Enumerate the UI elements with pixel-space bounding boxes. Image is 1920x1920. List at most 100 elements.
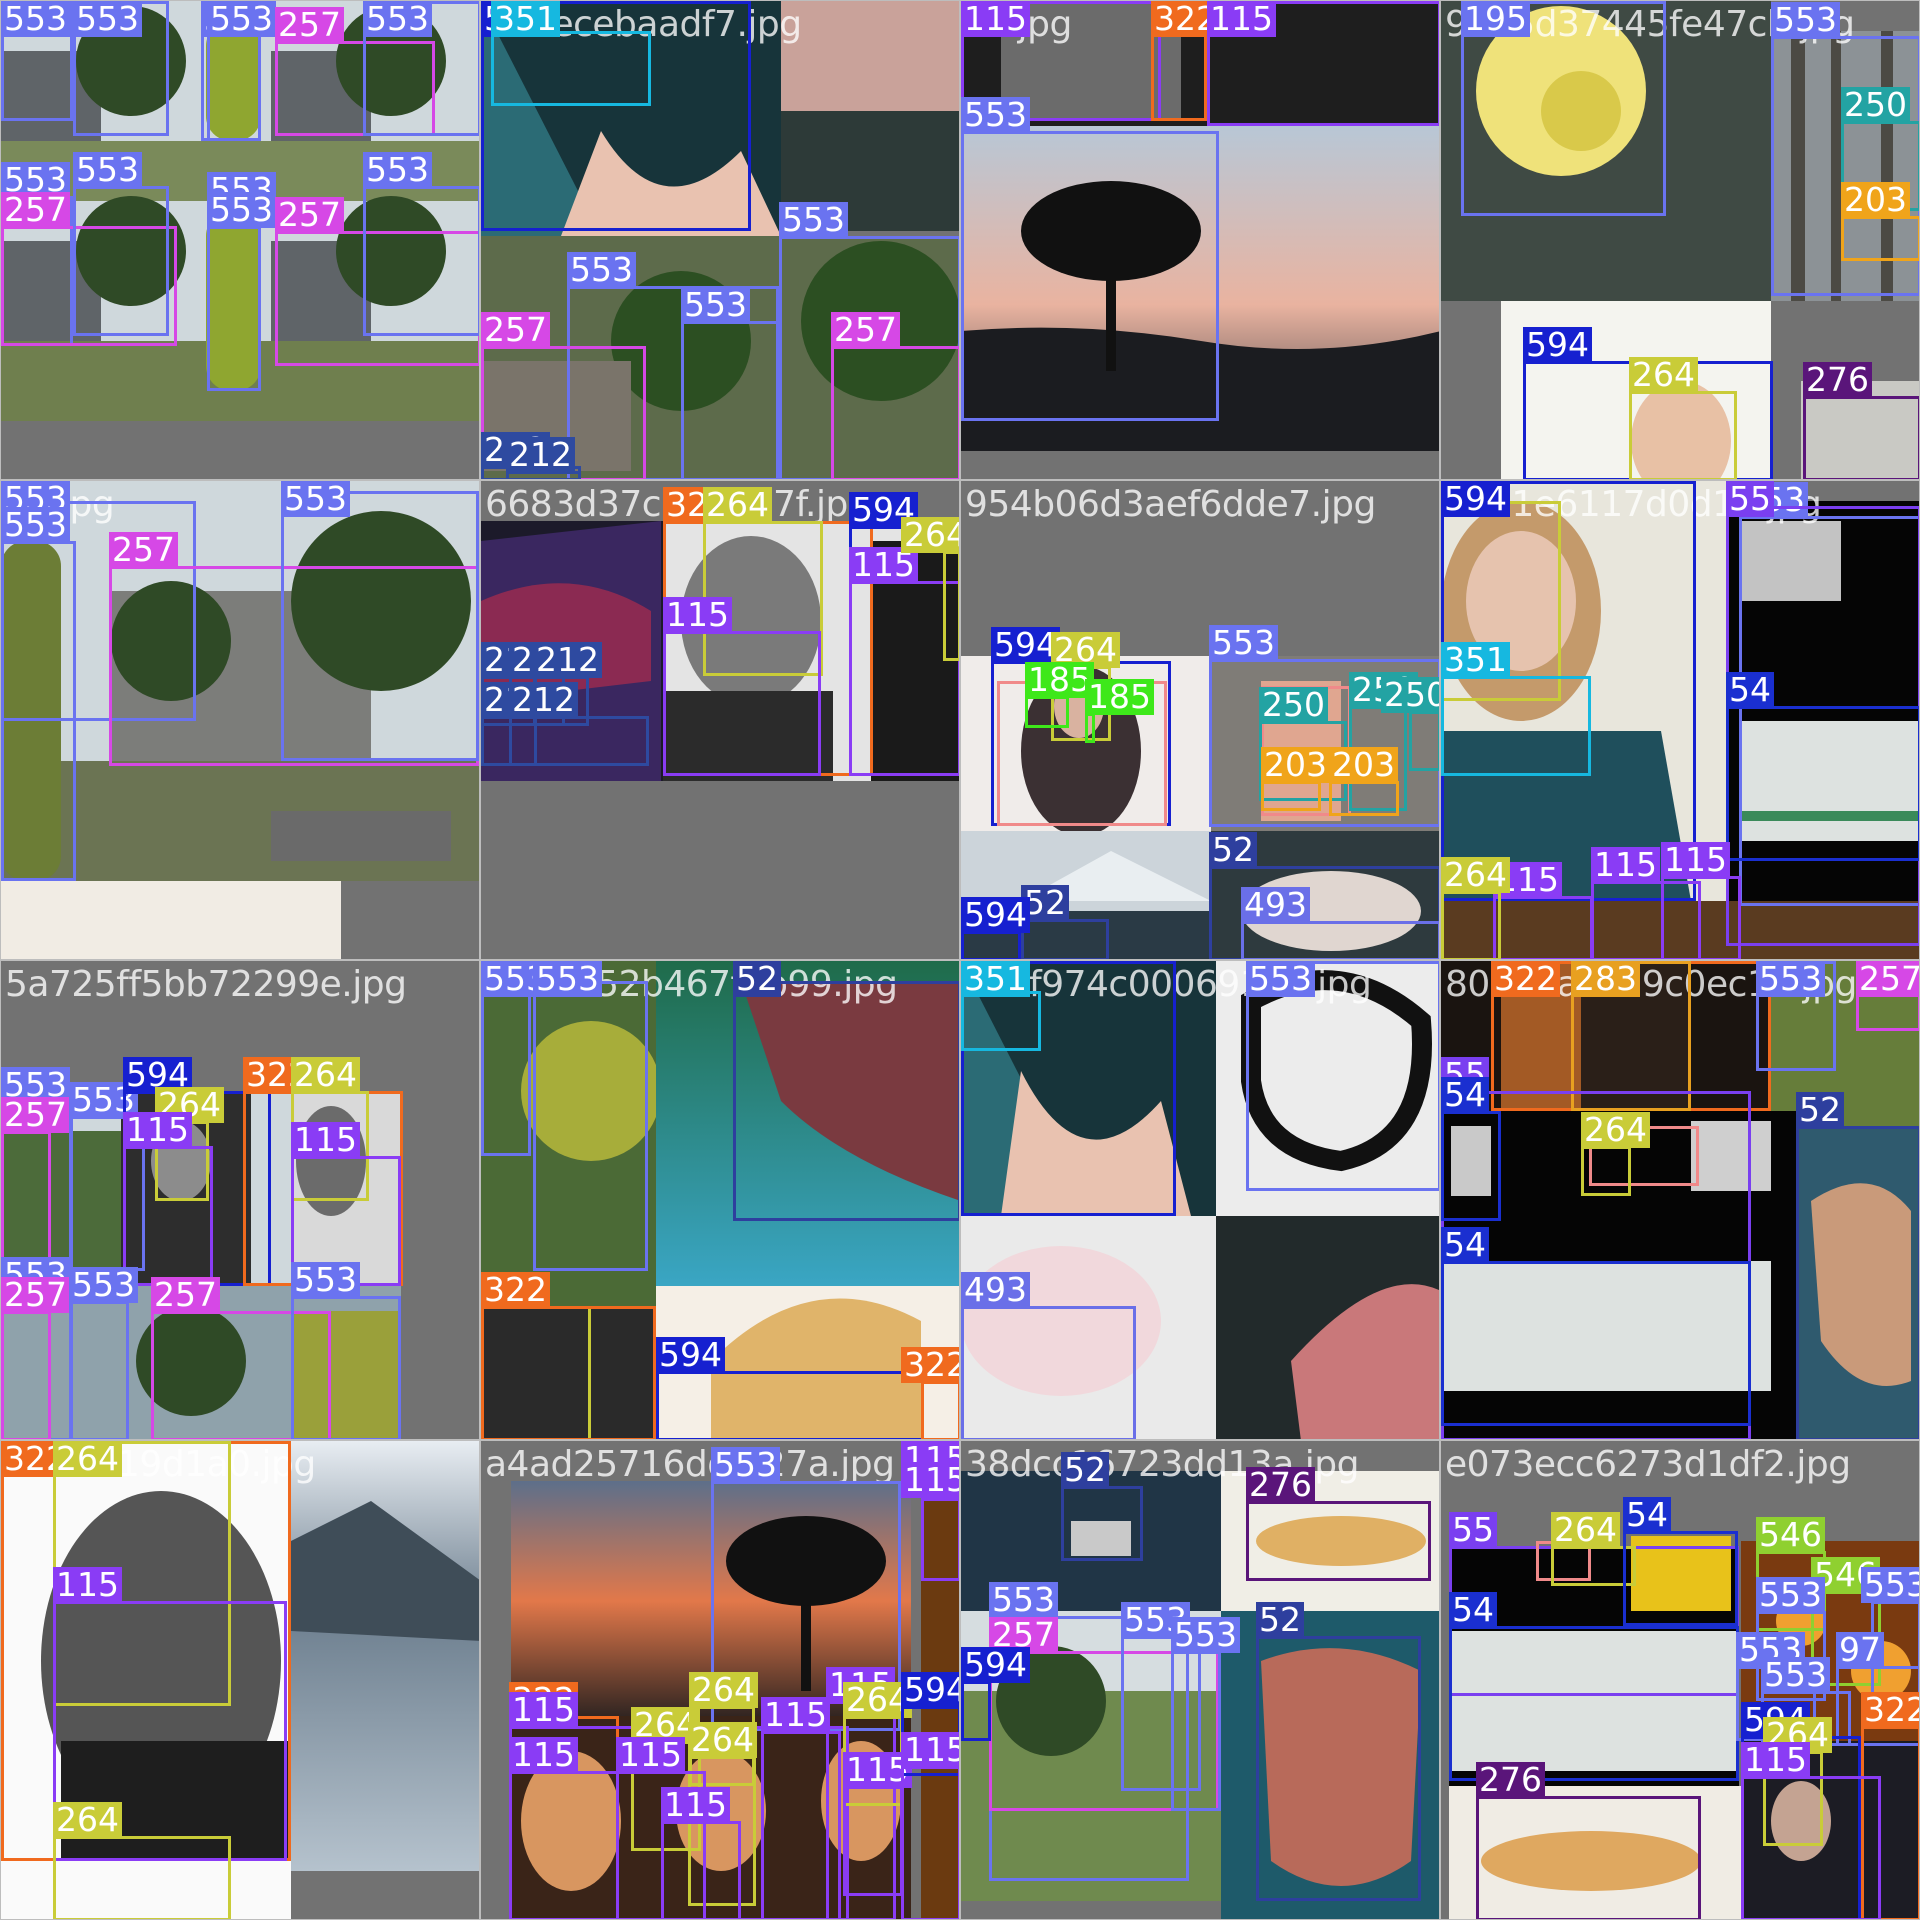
detection-class-label: 553 — [1, 1, 70, 37]
detection-class-label: 115 — [663, 597, 732, 633]
detection-class-label: 115 — [1591, 847, 1660, 883]
detection-class-label: 212 — [533, 642, 602, 678]
detection-class-label: 115 — [616, 1737, 685, 1773]
detection-class-label: 553 — [207, 192, 276, 228]
detection-box — [1796, 1126, 1919, 1439]
detection-box — [1256, 1636, 1421, 1901]
detection-class-label: 594 — [961, 1647, 1030, 1683]
detection-box — [281, 491, 479, 761]
detection-box — [681, 321, 779, 479]
detection-class-label: 52 — [1209, 832, 1257, 868]
detection-class-label: 54 — [1441, 1077, 1489, 1113]
detection-box — [961, 991, 1041, 1051]
detection-class-label: 546 — [1756, 1517, 1825, 1553]
detection-class-label: 322 — [901, 1347, 959, 1383]
detection-class-label: 351 — [961, 961, 1030, 997]
detection-class-label: 322 — [481, 1272, 550, 1308]
mosaic-tile: 5b25535535535532575535532575535535532575… — [0, 0, 480, 480]
detection-box — [481, 1306, 656, 1439]
detection-class-label: 553 — [1861, 1567, 1919, 1603]
detection-class-label: 257 — [831, 312, 900, 348]
detection-class-label: 276 — [1476, 1762, 1545, 1798]
detection-class-label: 553 — [1209, 625, 1278, 661]
mosaic-tile: a4ad25716dd.b27a.jpg55311511532211511526… — [480, 1440, 960, 1920]
detection-box — [1476, 1796, 1701, 1919]
detection-box — [1441, 676, 1591, 776]
detection-class-label: 257 — [481, 312, 550, 348]
detection-class-label: 55 — [1449, 1512, 1497, 1548]
detection-box — [831, 346, 959, 479]
detection-box — [1441, 1261, 1751, 1426]
detection-box — [509, 716, 649, 766]
detection-box — [961, 131, 1219, 421]
detection-box — [1241, 921, 1439, 959]
detection-box — [921, 1381, 959, 1439]
detection-box — [53, 1836, 231, 1919]
detection-class-label: 264 — [1629, 357, 1698, 393]
detection-class-label: 54 — [1726, 672, 1774, 708]
mosaic-tile: e5.jpg553553257553 — [0, 480, 480, 960]
detection-class-label: 257 — [151, 1277, 220, 1313]
detection-class-label: 594 — [1441, 481, 1510, 517]
detection-class-label: 322 — [1861, 1692, 1919, 1728]
detection-class-label: 52 — [733, 961, 781, 997]
mosaic-tile: 88a1e6117d0d1e.jpg2645943515535554115115… — [1440, 480, 1920, 960]
detection-class-label: 115 — [901, 1462, 959, 1498]
detection-box — [491, 31, 651, 106]
detection-box — [921, 1496, 959, 1581]
detection-box — [291, 1296, 401, 1439]
mosaic-tile: 5a725ff5bb72299e.jpg 553 257 553 594 264 115 32… — [0, 960, 480, 1440]
mosaic-tile: 6683d37cb32647f.jpg212212212212212322264… — [480, 480, 960, 960]
detection-box — [961, 1306, 1136, 1439]
detection-class-label: 257 — [275, 197, 344, 233]
detection-class-label: 553 — [69, 1267, 138, 1303]
detection-class-label: 264 — [689, 1672, 758, 1708]
detection-class-label: 54 — [1441, 1227, 1489, 1263]
detection-box — [533, 981, 648, 1271]
detection-class-label: 257 — [275, 7, 344, 43]
detection-class-label: 351 — [1441, 642, 1510, 678]
detection-class-label: 257 — [109, 532, 178, 568]
detection-class-label: 553 — [1171, 1617, 1240, 1653]
detection-box — [1449, 1626, 1739, 1781]
mosaic-tile: 0c.jpg115322115553 — [960, 0, 1440, 480]
detection-box — [123, 1146, 213, 1286]
detection-class-label: 195 — [1461, 1, 1530, 37]
detection-class-label: 257 — [1, 1097, 70, 1133]
detection-box — [1025, 696, 1069, 728]
detection-box — [943, 551, 959, 661]
detection-box — [1, 1311, 51, 1439]
detection-box — [1841, 216, 1919, 261]
detection-box — [1441, 891, 1501, 959]
detection-class-label: 553 — [281, 481, 350, 517]
detection-class-label: 493 — [1241, 887, 1310, 923]
detection-class-label: 276 — [1803, 362, 1872, 398]
detection-class-label: 594 — [901, 1672, 959, 1708]
detection-class-label: 250 — [1841, 87, 1910, 123]
detection-class-label: 553 — [681, 287, 750, 323]
detection-class-label: 493 — [961, 1272, 1030, 1308]
detection-class-label: 553 — [711, 1447, 780, 1483]
detection-class-label: 115 — [661, 1787, 730, 1823]
detection-box — [663, 631, 821, 776]
detection-box — [207, 226, 261, 391]
detection-box — [1, 541, 76, 881]
detection-class-label: 553 — [1756, 961, 1825, 997]
detection-class-label: 55 — [1726, 481, 1774, 517]
detection-class-label: 553 — [533, 961, 602, 997]
mosaic-grid: 5b25535535535532575535532575535535532575… — [0, 0, 1920, 1920]
detection-class-label: 52 — [1061, 1452, 1109, 1488]
detection-class-label: 54 — [1449, 1592, 1497, 1628]
detection-box — [961, 1681, 991, 1741]
detection-box — [1, 1131, 51, 1271]
detection-box — [1409, 711, 1439, 771]
detection-class-label: 185 — [1025, 662, 1094, 698]
detection-box — [1441, 1111, 1501, 1221]
detection-class-label: 594 — [656, 1337, 725, 1373]
detection-class-label: 257 — [1, 1277, 70, 1313]
detection-class-label: 553 — [1761, 1657, 1830, 1693]
detection-class-label: 52 — [1256, 1602, 1304, 1638]
detection-class-label: 54 — [1623, 1497, 1671, 1533]
detection-box — [1741, 1776, 1881, 1919]
detection-class-label: 276 — [1246, 1467, 1315, 1503]
